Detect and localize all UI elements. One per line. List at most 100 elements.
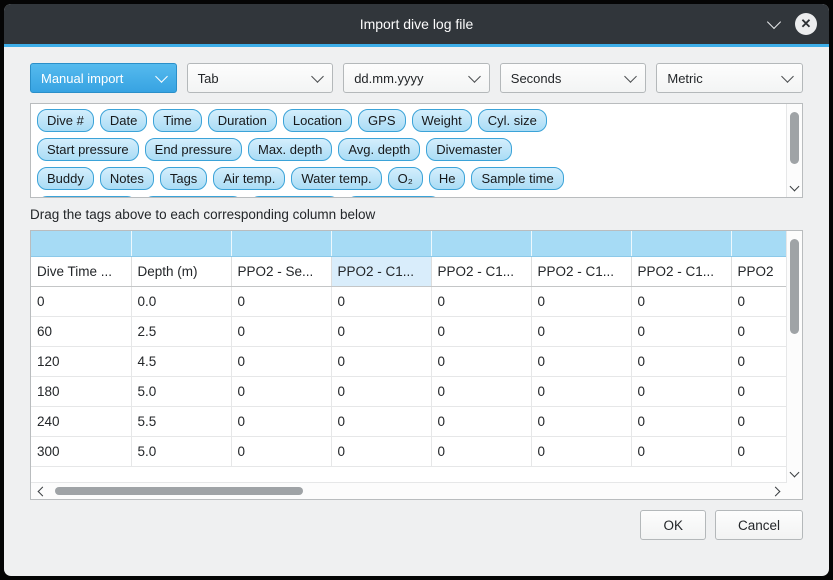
combo-duration-format[interactable]: Seconds: [500, 63, 647, 93]
titlebar[interactable]: Import dive log file ✕: [4, 4, 829, 44]
drag-tag[interactable]: Max. depth: [248, 138, 332, 161]
column-drop-target[interactable]: [531, 231, 631, 257]
column-drop-target[interactable]: [731, 231, 787, 257]
table-cell: 0: [531, 407, 631, 437]
combo-import-mode-value: Manual import: [41, 71, 123, 86]
scroll-right-icon[interactable]: [771, 487, 781, 497]
drag-tag[interactable]: Date: [100, 109, 147, 132]
table-cell: 0: [631, 407, 731, 437]
scrollbar-thumb[interactable]: [790, 239, 799, 334]
drag-tag[interactable]: Sample pO₂: [249, 196, 339, 198]
import-preview-table: Dive Time ... Depth (m) PPO2 - Se... PPO…: [30, 230, 803, 500]
drag-tag[interactable]: Sample CNS: [346, 196, 441, 198]
drag-tag[interactable]: Tags: [160, 167, 207, 190]
table-cell: 120: [31, 347, 131, 377]
table-cell: 0: [231, 437, 331, 467]
drag-tag[interactable]: Duration: [208, 109, 277, 132]
table-cell: 180: [31, 377, 131, 407]
scroll-left-icon[interactable]: [38, 487, 48, 497]
combo-import-mode[interactable]: Manual import: [30, 63, 177, 93]
column-header: Depth (m): [131, 257, 231, 287]
tag-pool: Dive # Date Time Duration Location GPS W…: [30, 103, 803, 198]
chevron-down-icon: [468, 70, 481, 83]
table-cell: 0: [531, 317, 631, 347]
drag-tag[interactable]: Time: [153, 109, 201, 132]
table-cell: 0: [431, 407, 531, 437]
tag-pool-scrollbar[interactable]: [786, 104, 802, 197]
table-cell: 0: [231, 407, 331, 437]
drag-tag[interactable]: Avg. depth: [338, 138, 420, 161]
window-title: Import dive log file: [4, 4, 829, 44]
drag-tag[interactable]: Water temp.: [291, 167, 381, 190]
drag-tag[interactable]: GPS: [358, 109, 405, 132]
column-header: PPO2 - Se...: [231, 257, 331, 287]
column-drop-target[interactable]: [631, 231, 731, 257]
drag-tag[interactable]: Notes: [100, 167, 154, 190]
combo-field-separator[interactable]: Tab: [187, 63, 334, 93]
close-button[interactable]: ✕: [795, 13, 817, 35]
table-cell: 0: [431, 377, 531, 407]
drag-tag[interactable]: He: [429, 167, 466, 190]
table-cell: 0: [331, 347, 431, 377]
drag-tag[interactable]: Start pressure: [37, 138, 139, 161]
table-cell: 0.0: [131, 287, 231, 317]
column-drop-target[interactable]: [431, 231, 531, 257]
table-cell: 0: [331, 287, 431, 317]
import-dialog: Import dive log file ✕ Manual import Tab…: [4, 4, 829, 576]
column-header: Dive Time ...: [31, 257, 131, 287]
drag-tag[interactable]: Divemaster: [426, 138, 512, 161]
table-cell: 0: [331, 377, 431, 407]
table-viewport: Dive Time ... Depth (m) PPO2 - Se... PPO…: [31, 231, 787, 483]
column-header: PPO2 - C1...: [631, 257, 731, 287]
table-cell: 0: [731, 287, 787, 317]
chevron-down-icon: [781, 70, 794, 83]
dialog-footer: OK Cancel: [30, 510, 803, 540]
table-cell: 5.0: [131, 377, 231, 407]
drag-tag[interactable]: Dive #: [37, 109, 94, 132]
table-cell: 0: [431, 287, 531, 317]
drag-tag[interactable]: Location: [283, 109, 352, 132]
drag-tag[interactable]: End pressure: [145, 138, 242, 161]
column-header: PPO2: [731, 257, 787, 287]
table-cell: 0: [431, 347, 531, 377]
scroll-down-icon[interactable]: [790, 182, 800, 192]
table-cell: 5.5: [131, 407, 231, 437]
scrollbar-thumb[interactable]: [790, 112, 799, 164]
table-cell: 0: [731, 377, 787, 407]
drag-tag[interactable]: Buddy: [37, 167, 94, 190]
scroll-down-icon[interactable]: [790, 468, 800, 478]
column-drop-target[interactable]: [331, 231, 431, 257]
hint-text: Drag the tags above to each correspondin…: [30, 207, 803, 222]
table-cell: 0: [631, 437, 731, 467]
chevron-down-icon[interactable]: [767, 15, 781, 29]
column-drop-target[interactable]: [131, 231, 231, 257]
table-cell: 0: [331, 317, 431, 347]
drag-tag[interactable]: O₂: [388, 167, 423, 190]
table-row: 60 2.5 0 0 0 0 0 0: [31, 317, 787, 347]
table-cell: 240: [31, 407, 131, 437]
scrollbar-thumb[interactable]: [55, 487, 303, 495]
drag-tag[interactable]: Weight: [412, 109, 472, 132]
column-drop-target[interactable]: [231, 231, 331, 257]
ok-button[interactable]: OK: [640, 510, 706, 540]
column-drop-target[interactable]: [31, 231, 131, 257]
cancel-button[interactable]: Cancel: [715, 510, 803, 540]
chevron-down-icon: [311, 70, 324, 83]
combo-units-value: Metric: [667, 71, 702, 86]
table-cell: 0: [231, 287, 331, 317]
table-vertical-scrollbar[interactable]: [786, 231, 802, 483]
drag-tag[interactable]: Air temp.: [213, 167, 285, 190]
scrollbar-corner: [787, 483, 802, 499]
drag-tag[interactable]: Sample time: [471, 167, 563, 190]
table-cell: 60: [31, 317, 131, 347]
table-cell: 300: [31, 437, 131, 467]
table-cell: 0: [631, 347, 731, 377]
drag-tag[interactable]: Cyl. size: [478, 109, 547, 132]
table-horizontal-scrollbar[interactable]: [31, 482, 787, 499]
drag-tag[interactable]: Sample depth: [37, 196, 137, 198]
combo-date-format[interactable]: dd.mm.yyyy: [343, 63, 490, 93]
header-row: Dive Time ... Depth (m) PPO2 - Se... PPO…: [31, 257, 787, 287]
table-cell: 0: [731, 347, 787, 377]
combo-units[interactable]: Metric: [656, 63, 803, 93]
drag-tag[interactable]: Sample temp.: [143, 196, 243, 198]
